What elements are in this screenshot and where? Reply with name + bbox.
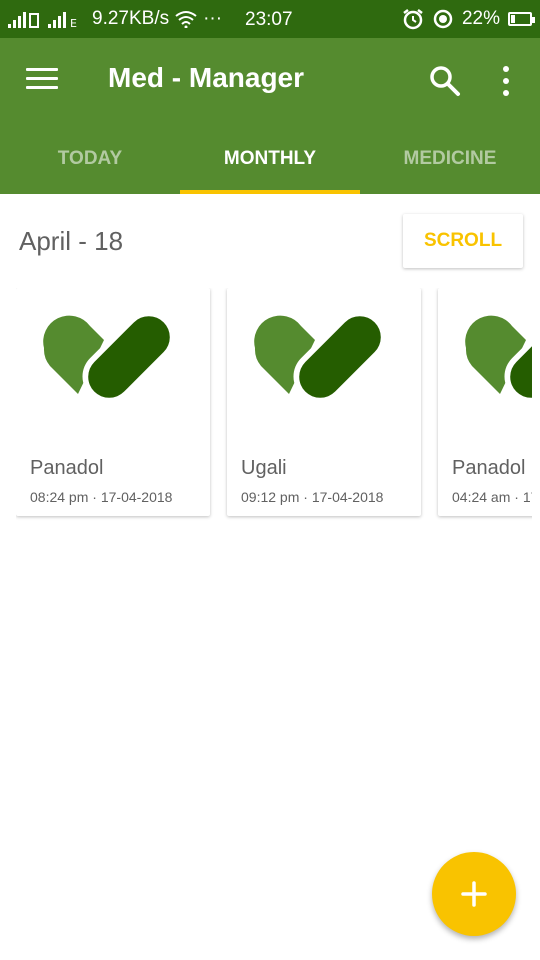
medicine-date: 17-04-2018 — [522, 489, 532, 505]
status-left: E 9.27KB/s ··· — [8, 8, 222, 30]
more-vert-icon[interactable] — [494, 64, 518, 98]
app-bar: Med - Manager TODAY MONTHLY MEDICINE — [0, 38, 540, 194]
svg-text:E: E — [70, 17, 77, 28]
pill-logo-icon — [43, 310, 176, 403]
medicine-card[interactable]: Ugali 09:12 pm · 17-04-2018 — [227, 288, 421, 516]
scroll-button[interactable]: SCROLL — [403, 214, 523, 268]
battery-percent: 22% — [461, 8, 500, 29]
signal-icon — [8, 12, 39, 28]
medicine-datetime: 09:12 pm · 17-04-2018 — [241, 489, 384, 505]
medicine-name: Ugali — [241, 457, 287, 479]
pill-logo-icon — [465, 310, 532, 403]
medicine-datetime: 08:24 pm · 17-04-2018 — [30, 489, 173, 505]
overflow-dots: ··· — [203, 8, 223, 29]
status-right: 22% — [402, 8, 535, 30]
tab-medicine[interactable]: MEDICINE — [360, 138, 540, 194]
menu-icon[interactable] — [26, 68, 58, 92]
signal-icon: E — [48, 12, 77, 28]
clock: 23:07 — [245, 9, 293, 30]
wifi-icon — [175, 11, 197, 28]
search-icon[interactable] — [428, 64, 462, 98]
alarm-icon — [403, 9, 423, 30]
tab-bar: TODAY MONTHLY MEDICINE — [0, 138, 540, 194]
tab-monthly[interactable]: MONTHLY — [180, 138, 360, 194]
medicine-time: 08:24 pm — [30, 489, 89, 505]
medicine-card-list[interactable]: Panadol 08:24 pm · 17-04-2018 Ugali 09:1… — [16, 288, 532, 528]
medicine-time: 04:24 am — [452, 489, 511, 505]
medicine-datetime: 04:24 am · 17-04-2018 — [452, 489, 532, 505]
medicine-name: Panadol — [30, 457, 104, 479]
battery-level — [511, 15, 516, 23]
month-label: April - 18 — [19, 226, 124, 256]
medicine-time: 09:12 pm — [241, 489, 300, 505]
medicine-date: 17-04-2018 — [311, 489, 384, 505]
tab-today[interactable]: TODAY — [0, 138, 180, 194]
network-speed: 9.27KB/s — [92, 8, 170, 29]
medicine-date: 17-04-2018 — [100, 489, 173, 505]
app-title: Med - Manager — [108, 62, 305, 93]
medicine-name: Panadol — [452, 457, 526, 479]
pill-logo-icon — [254, 310, 387, 403]
plus-icon — [461, 881, 487, 907]
location-icon — [433, 9, 453, 29]
add-medicine-button[interactable] — [432, 852, 516, 936]
medicine-card[interactable]: Panadol 04:24 am · 17-04-2018 — [438, 288, 532, 516]
status-bar: E 9.27KB/s ··· 23:07 22% — [0, 0, 540, 38]
medicine-card[interactable]: Panadol 08:24 pm · 17-04-2018 — [16, 288, 210, 516]
battery-icon — [508, 12, 535, 26]
